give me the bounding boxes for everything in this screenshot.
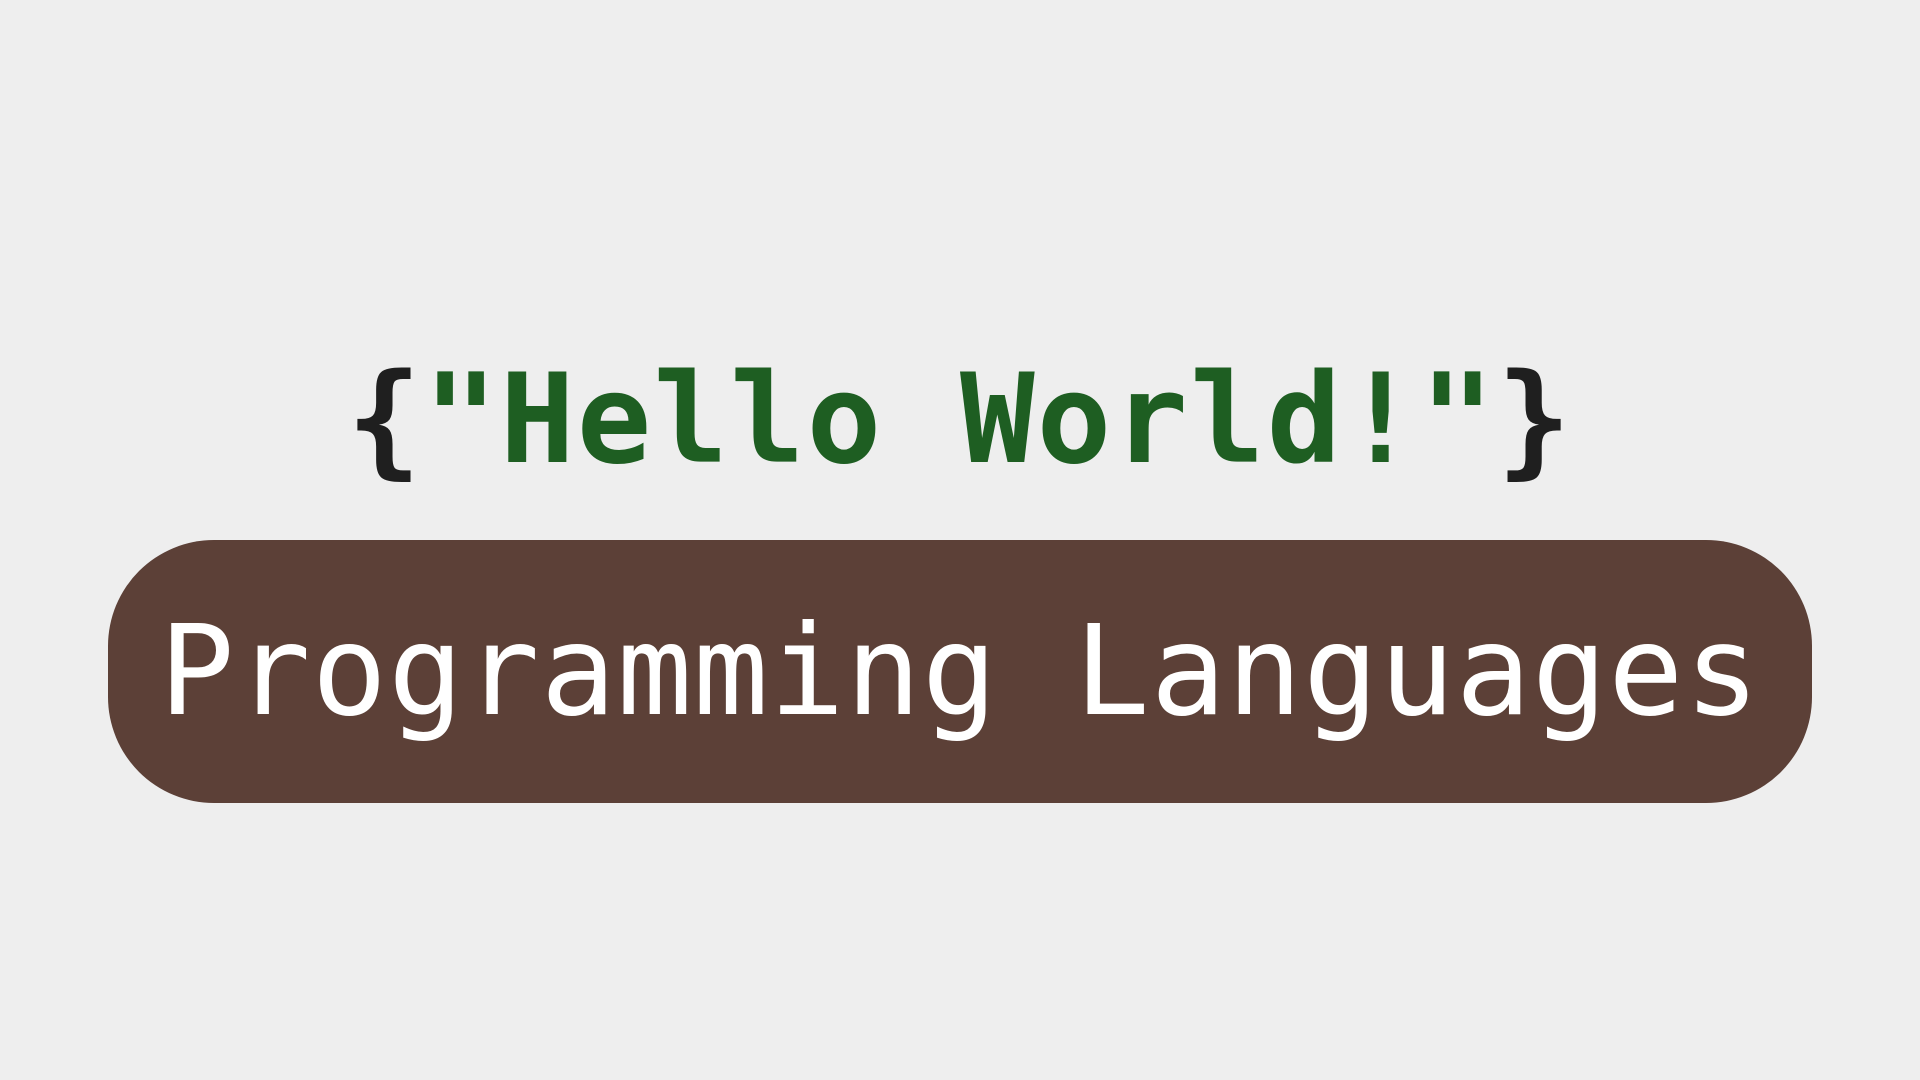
programming-languages-banner: Programming Languages (108, 540, 1812, 803)
close-brace: } (1496, 348, 1574, 492)
banner-label: Programming Languages (159, 599, 1761, 744)
hello-world-heading: {"Hello World!"} (0, 345, 1920, 495)
open-brace: { (346, 348, 424, 492)
hello-world-text: "Hello World!" (423, 348, 1497, 492)
